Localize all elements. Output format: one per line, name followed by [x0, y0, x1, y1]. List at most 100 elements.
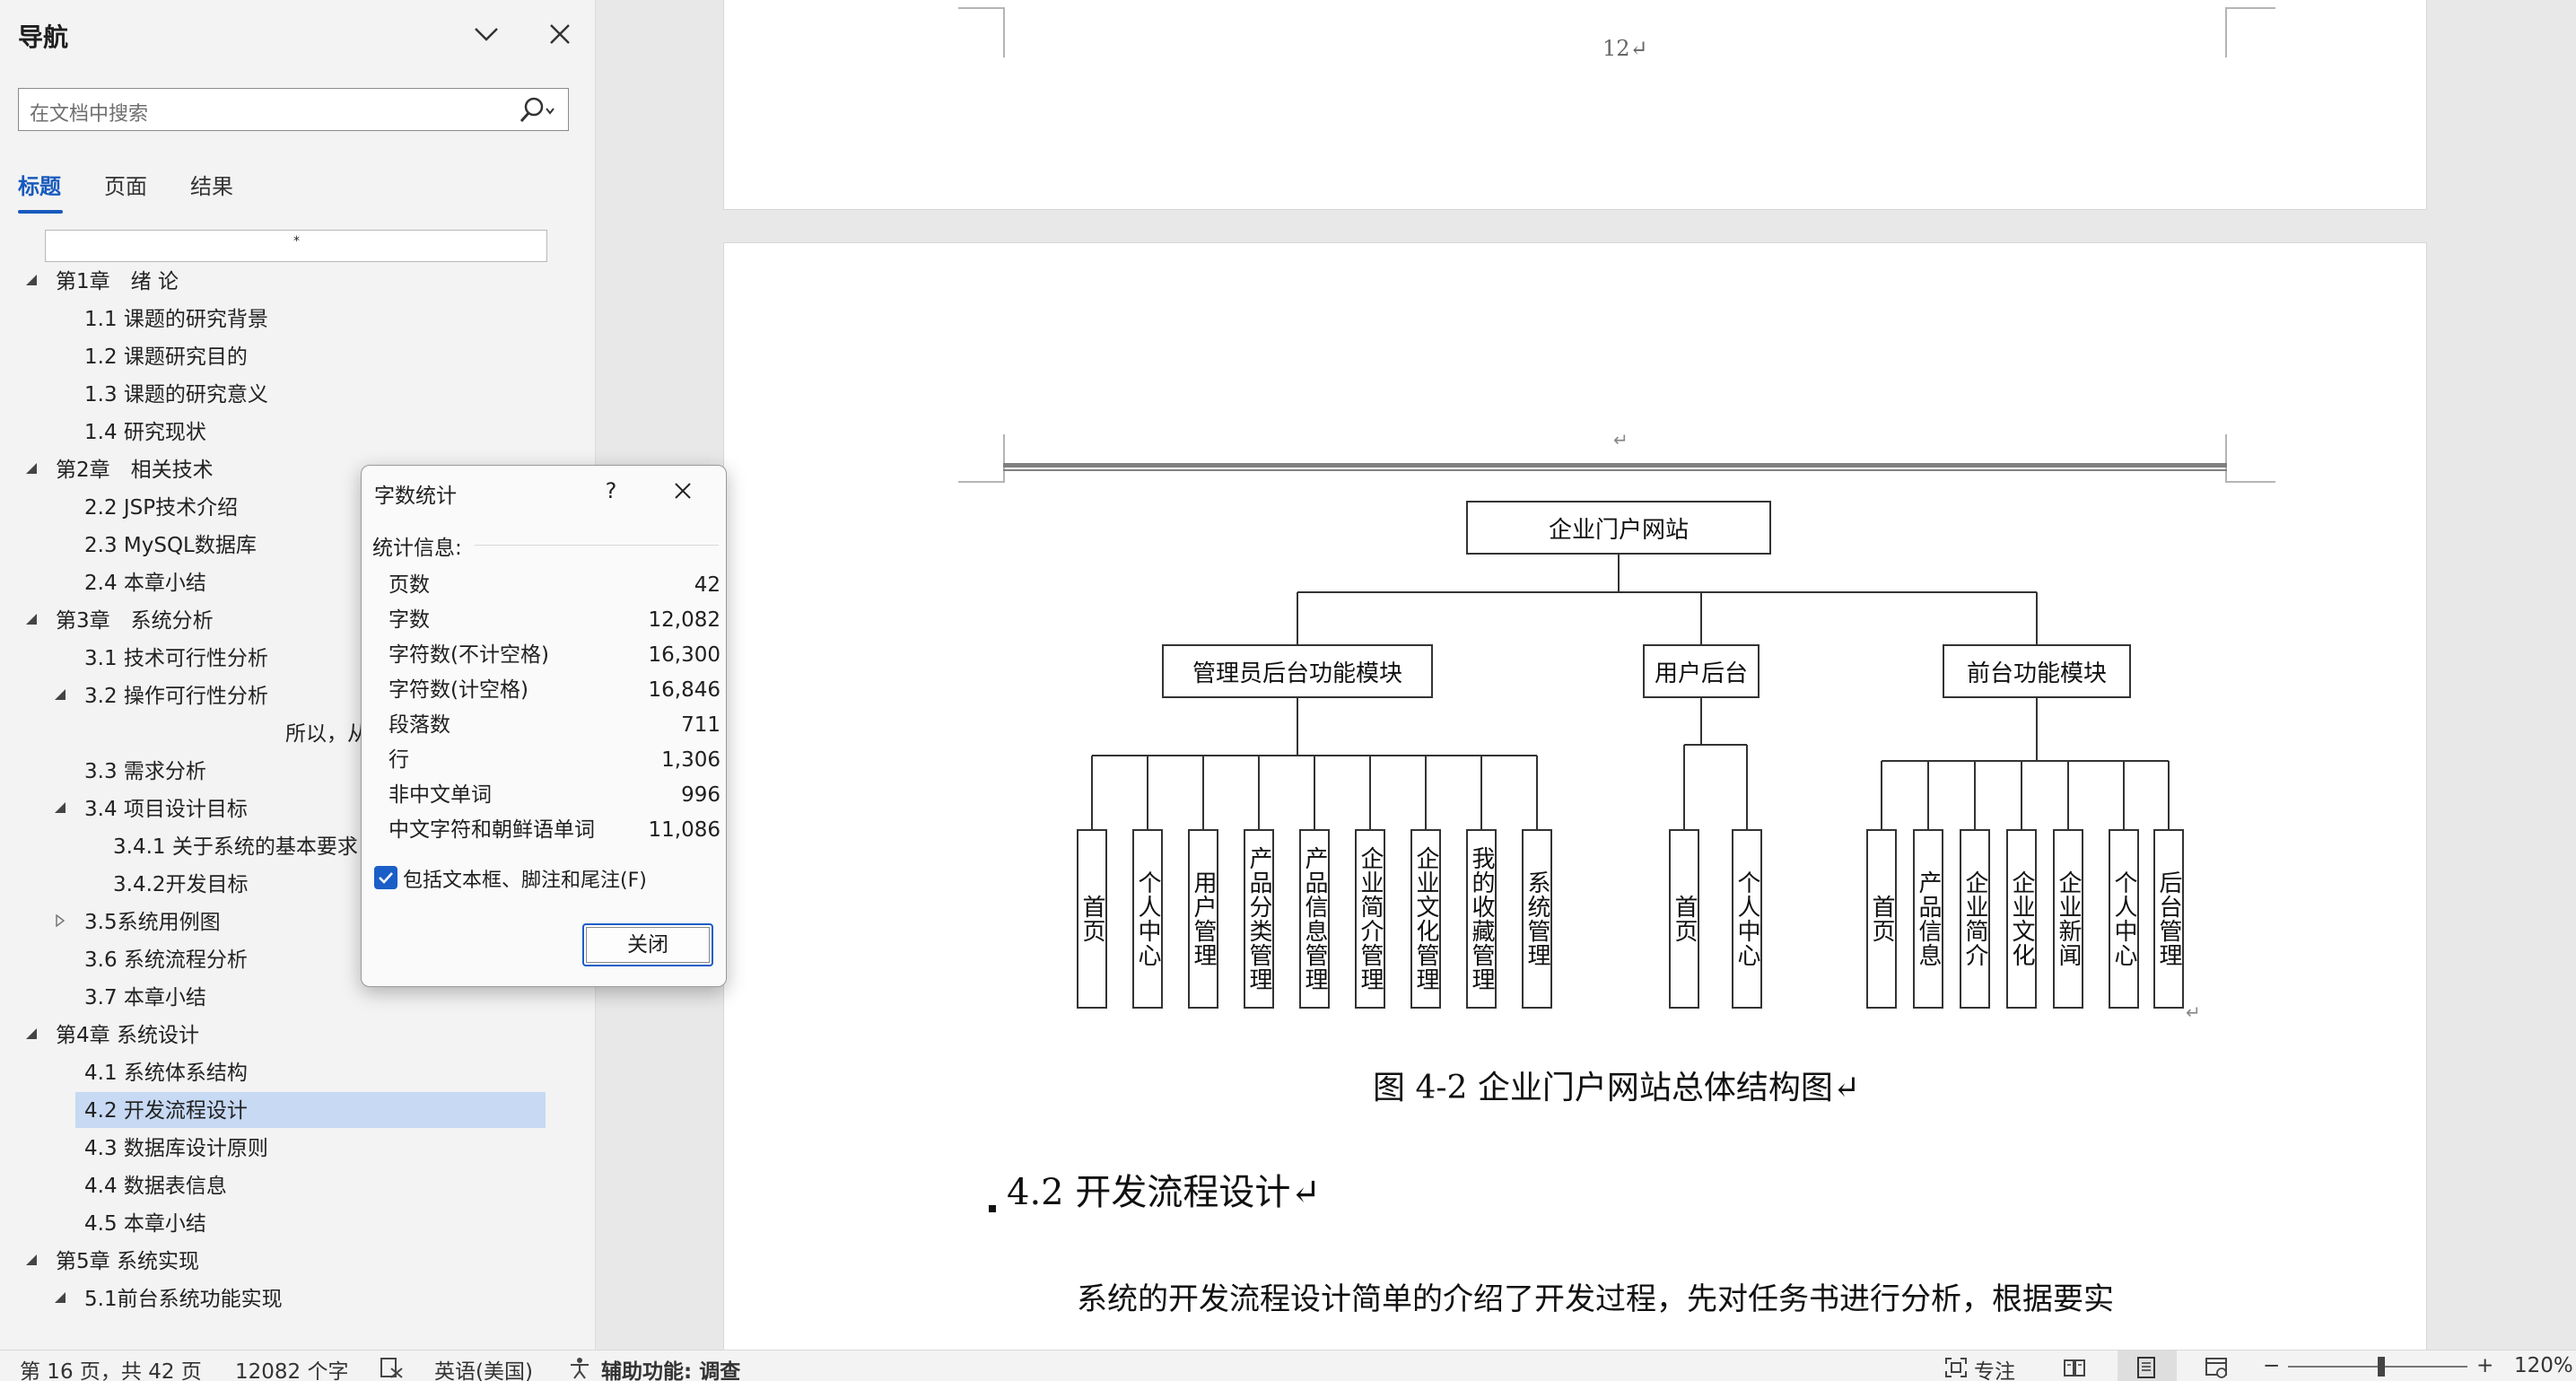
diagram-leaf-node: 企业文化管理: [1410, 829, 1441, 1009]
stat-row: 页数 42: [389, 568, 720, 602]
focus-mode-label[interactable]: 专注: [1974, 1354, 2015, 1381]
diagram-node-label: 企业新闻: [2055, 870, 2082, 967]
stat-value: 996: [681, 783, 720, 807]
diagram-leaf-node: 企业文化: [2006, 829, 2037, 1009]
section-heading[interactable]: 4.2 开发流程设计↵: [1007, 1163, 1321, 1215]
help-icon[interactable]: ?: [593, 475, 629, 507]
diagram-leaf-node: 产品信息: [1913, 829, 1943, 1009]
stat-value: 11,086: [648, 818, 720, 842]
nav-heading-item[interactable]: 4.3 数据库设计原则: [84, 1131, 268, 1167]
diagram-leaf-node: 产品信息管理: [1299, 829, 1330, 1009]
stat-label: 中文字符和朝鲜语单词: [389, 818, 595, 842]
diagram-node-label: 产品信息: [1915, 870, 1942, 967]
page-count-status[interactable]: 第 16 页，共 42 页: [20, 1354, 202, 1381]
diagram-root-node: 企业门户网站: [1466, 501, 1771, 555]
nav-heading-item[interactable]: 4.4 数据表信息: [84, 1168, 227, 1204]
language-status[interactable]: 英语(美国): [434, 1354, 533, 1381]
stat-value: 12,082: [648, 608, 720, 632]
stat-row: 行 1,306: [389, 743, 720, 777]
stat-label: 段落数: [389, 713, 450, 737]
nav-heading-item[interactable]: 4.2 开发流程设计: [84, 1093, 248, 1129]
diagram-leaf-node: 企业简介: [1960, 829, 1990, 1009]
diagram-leaf-node: 个人中心: [2109, 829, 2139, 1009]
word-count-status[interactable]: 12082 个字: [235, 1354, 348, 1381]
diagram-leaf-node: 个人中心: [1132, 829, 1163, 1009]
focus-icon[interactable]: [1943, 1356, 1969, 1379]
checkbox-label[interactable]: 包括文本框、脚注和尾注(F): [403, 864, 647, 893]
accessibility-status[interactable]: 辅助功能: 调查: [601, 1354, 740, 1381]
diagram-leaf-node: 我的收藏管理: [1466, 829, 1497, 1009]
zoom-in-button[interactable]: +: [2476, 1354, 2493, 1377]
diagram-node-label: 个人中心: [2110, 870, 2137, 967]
diagram-node-label: 企业简介: [1961, 870, 1988, 967]
stat-value: 1,306: [661, 748, 720, 772]
accessibility-icon[interactable]: [567, 1356, 592, 1379]
expand-triangle-icon[interactable]: [54, 1290, 66, 1307]
diagram-leaf-node: 用户管理: [1188, 829, 1218, 1009]
zoom-level[interactable]: 120%: [2514, 1354, 2573, 1377]
figure-caption: 图 4-2 企业门户网站总体结构图↵: [1373, 1070, 1861, 1106]
diagram-node-label: 个人中心: [1733, 870, 1760, 967]
stat-row: 段落数 711: [389, 708, 720, 742]
nav-heading-item[interactable]: 4.5 本章小结: [84, 1206, 206, 1242]
status-bar: 第 16 页，共 42 页 12082 个字 英语(美国) 辅助功能: 调查 专…: [0, 1350, 2576, 1381]
diagram-node-label: 企业简介管理: [1357, 846, 1384, 992]
stat-label: 非中文单词: [389, 783, 492, 807]
print-layout-icon[interactable]: [2134, 1356, 2159, 1379]
stat-value: 711: [681, 713, 720, 737]
heading-bullet-mark: [989, 1205, 996, 1212]
diagram-node-label: 首页: [1868, 895, 1895, 943]
diagram-leaf-node: 个人中心: [1732, 829, 1762, 1009]
word-count-dialog: 字数统计 ? 统计信息: 页数 42 字数 12,082 字符数(不计空格) 16,300…: [361, 465, 727, 987]
stat-label: 字数: [389, 608, 430, 632]
diagram-leaf-node: 系统管理: [1522, 829, 1552, 1009]
stat-value: 16,846: [648, 678, 720, 702]
diagram-leaf-node: 企业新闻: [2053, 829, 2083, 1009]
read-mode-icon[interactable]: [2062, 1356, 2087, 1379]
diagram-node-label: 企业文化管理: [1412, 846, 1439, 992]
diagram-module-node: 前台功能模块: [1943, 644, 2131, 698]
diagram-node-label: 产品信息管理: [1301, 846, 1328, 992]
diagram-leaf-node: 产品分类管理: [1244, 829, 1274, 1009]
diagram-leaf-node: 首页: [1866, 829, 1897, 1009]
diagram-node-label: 个人中心: [1134, 870, 1161, 967]
diagram-leaf-node: 企业简介管理: [1355, 829, 1385, 1009]
dialog-title: 字数统计: [374, 485, 457, 508]
expand-triangle-icon[interactable]: [25, 1253, 38, 1270]
stat-value: 16,300: [648, 643, 720, 667]
proofing-icon[interactable]: [379, 1356, 404, 1379]
nav-heading-item[interactable]: 第5章 系统实现: [56, 1244, 199, 1280]
diagram-node-label: 产品分类管理: [1245, 846, 1272, 992]
stat-row: 字符数(不计空格) 16,300: [389, 638, 720, 672]
diagram-node-label: 首页: [1671, 895, 1698, 943]
stats-section-label: 统计信息:: [372, 537, 462, 560]
paragraph-mark: ↵: [2186, 1001, 2201, 1023]
diagram-node-label: 我的收藏管理: [1468, 846, 1495, 992]
close-icon[interactable]: [665, 475, 701, 507]
diagram-node-label: 企业文化: [2008, 870, 2035, 967]
diagram-node-label: 系统管理: [1524, 870, 1550, 967]
zoom-out-button[interactable]: −: [2263, 1354, 2280, 1377]
diagram-leaf-node: 后台管理: [2153, 829, 2184, 1009]
diagram-node-label: 用户管理: [1190, 870, 1217, 967]
stat-row: 字符数(计空格) 16,846: [389, 673, 720, 707]
section-divider: [475, 545, 719, 546]
close-button[interactable]: 关闭: [582, 923, 713, 966]
stat-label: 字符数(计空格): [389, 678, 528, 702]
web-layout-icon[interactable]: [2204, 1356, 2229, 1379]
diagram-leaf-node: 首页: [1077, 829, 1107, 1009]
diagram-node-label: 首页: [1078, 895, 1105, 943]
stat-row: 中文字符和朝鲜语单词 11,086: [389, 813, 720, 847]
diagram-node-label: 后台管理: [2155, 870, 2182, 967]
diagram-module-node: 用户后台: [1643, 644, 1760, 698]
stat-row: 非中文单词 996: [389, 778, 720, 812]
stat-label: 字符数(不计空格): [389, 643, 549, 667]
include-textboxes-checkbox[interactable]: [374, 866, 397, 889]
diagram-leaf-node: 首页: [1669, 829, 1699, 1009]
stat-label: 行: [389, 748, 409, 772]
nav-heading-item[interactable]: 5.1前台系统功能实现: [84, 1281, 283, 1317]
diagram-module-node: 管理员后台功能模块: [1162, 644, 1433, 698]
body-paragraph[interactable]: 系统的开发流程设计简单的介绍了开发过程，先对任务书进行分析，根据要实: [1077, 1274, 2114, 1318]
zoom-slider-thumb[interactable]: [2378, 1357, 2385, 1377]
stat-label: 页数: [389, 573, 430, 597]
